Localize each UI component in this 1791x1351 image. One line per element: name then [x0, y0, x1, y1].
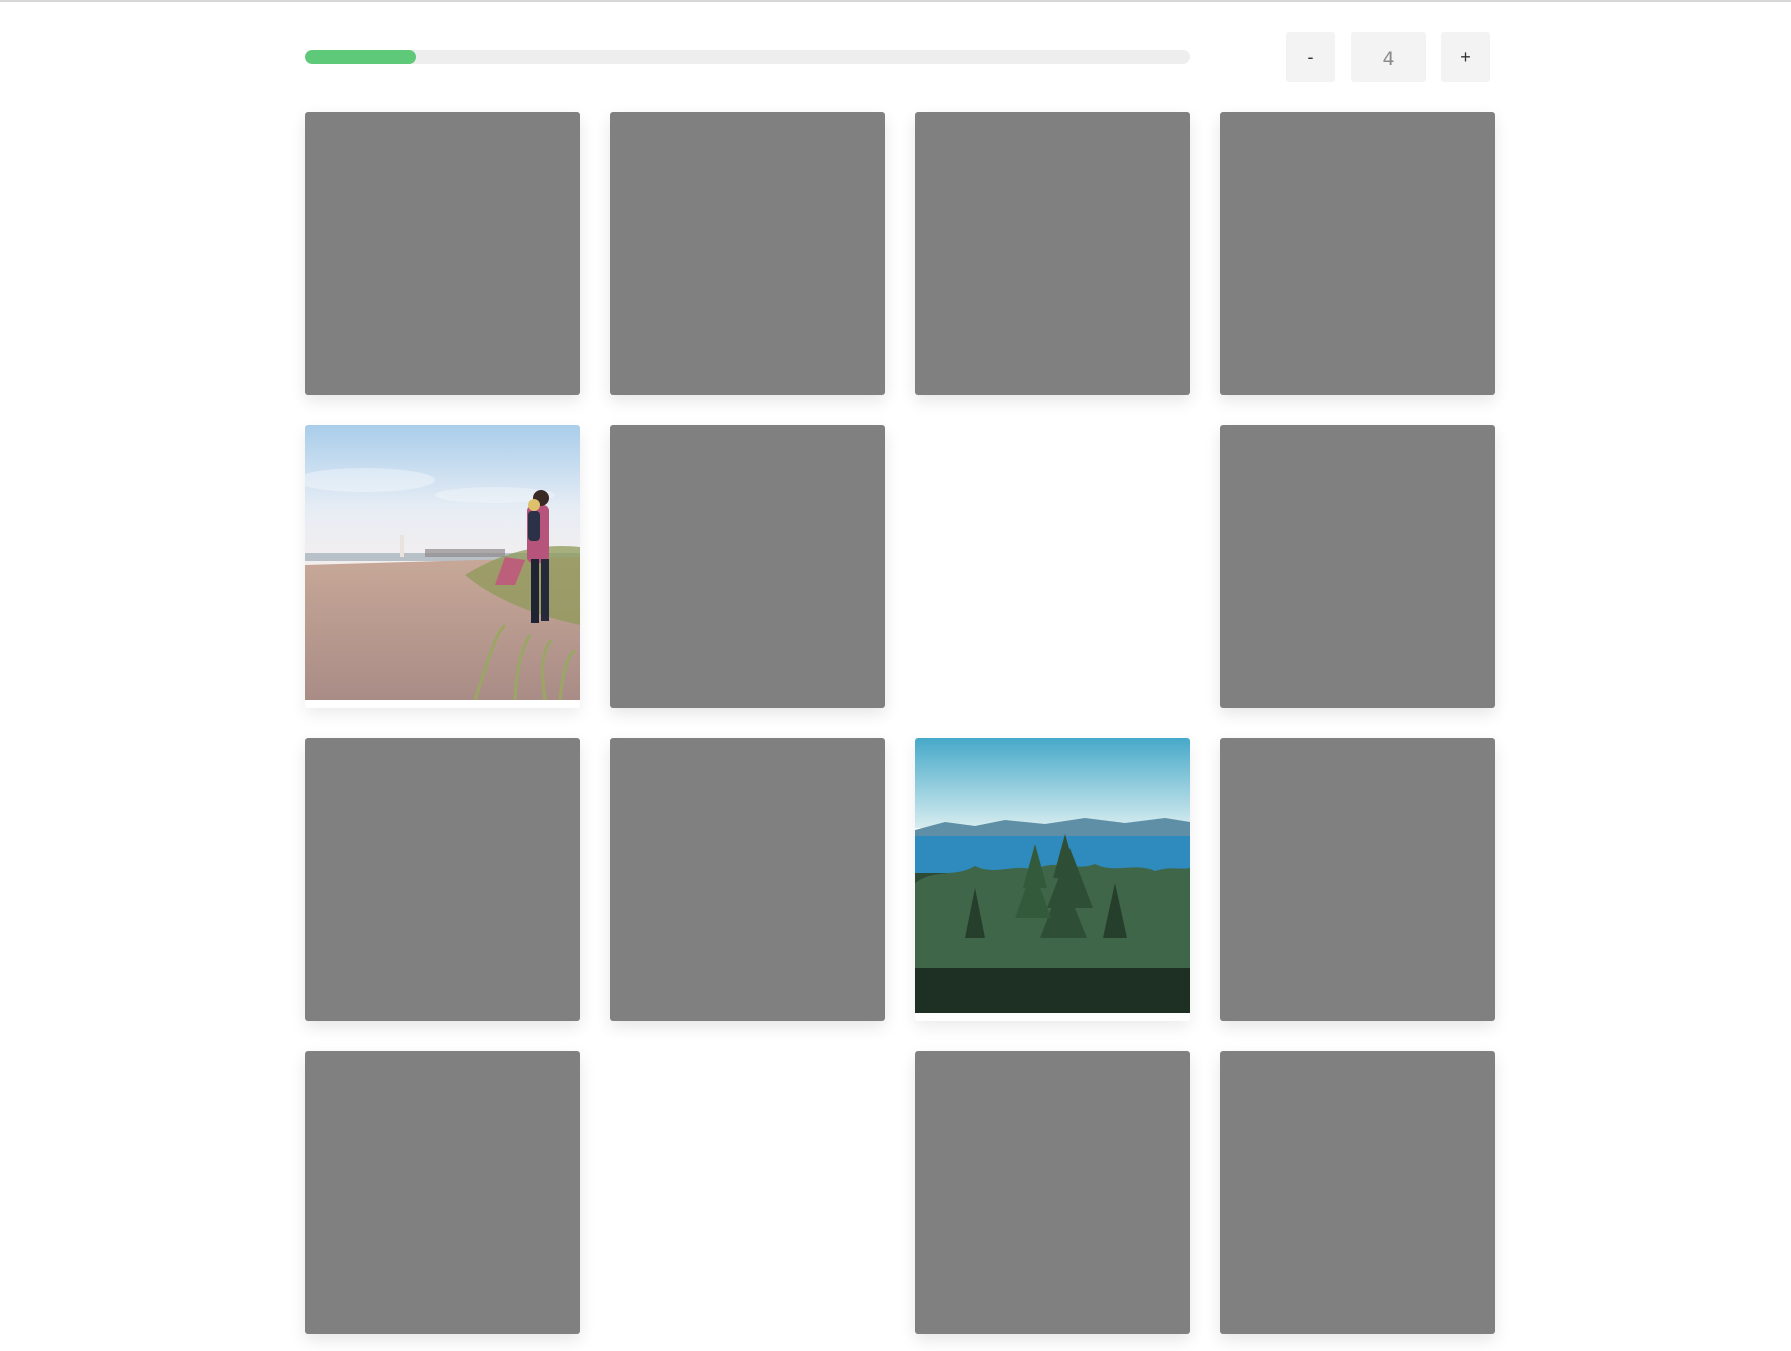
card-tile[interactable] — [1220, 425, 1495, 708]
card-tile[interactable] — [610, 425, 885, 708]
card-tile[interactable] — [610, 112, 885, 395]
card-tile[interactable] — [915, 112, 1190, 395]
toolbar: - 4 + — [305, 32, 1495, 82]
card-tile[interactable] — [1220, 1051, 1495, 1334]
card-tile[interactable] — [305, 1051, 580, 1334]
card-grid — [305, 112, 1495, 1334]
card-tile[interactable] — [915, 738, 1190, 1021]
card-tile[interactable] — [610, 738, 885, 1021]
beach-father-child-photo — [305, 425, 580, 700]
card-tile[interactable] — [305, 738, 580, 1021]
progress-bar — [305, 50, 1190, 64]
card-tile[interactable] — [1220, 112, 1495, 395]
card-tile[interactable] — [1220, 738, 1495, 1021]
forest-sea-photo — [915, 738, 1190, 1013]
card-tile[interactable] — [915, 1051, 1190, 1334]
card-tile — [610, 1051, 885, 1334]
card-tile[interactable] — [305, 112, 580, 395]
card-tile[interactable] — [305, 425, 580, 708]
grid-size-field[interactable]: 4 — [1351, 32, 1426, 82]
decrease-button[interactable]: - — [1286, 32, 1335, 82]
memory-game: - 4 + — [305, 0, 1495, 1351]
card-tile — [915, 425, 1190, 708]
progress-fill — [305, 50, 416, 64]
increase-button[interactable]: + — [1441, 32, 1490, 82]
